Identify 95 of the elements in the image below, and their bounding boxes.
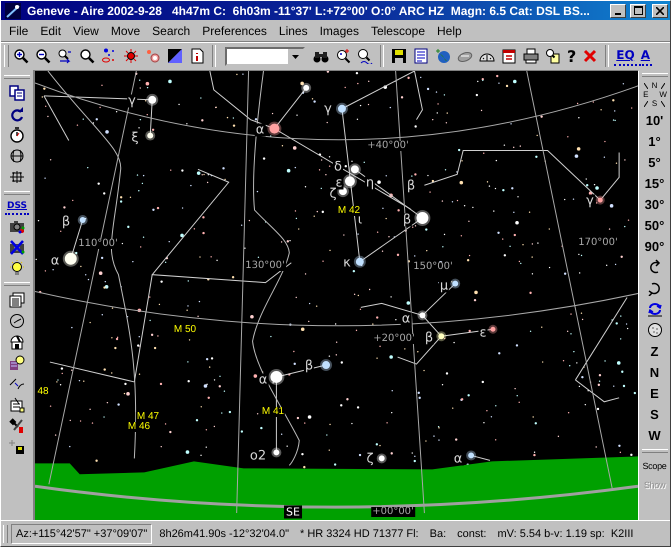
coordinate-label: 110°00' <box>77 239 119 249</box>
window-title: Geneve - Aire 2002-9-28 4h47m C: 6h03m -11°37' L:+72°00' O:0° ARC HZ Magn: 6.5 Cat: DSL BS... <box>27 4 591 18</box>
status-field: mV: 5.54 b-v: 1.19 sp: K2III <box>494 524 668 542</box>
star-label: γ <box>323 102 333 116</box>
field-of-view-button[interactable]: 90° <box>642 236 668 256</box>
direction-button[interactable]: W <box>642 425 668 445</box>
minimize-icon <box>615 12 621 14</box>
projection-button[interactable]: A <box>638 46 652 66</box>
zoom-combo-field[interactable] <box>225 46 305 66</box>
diagonal-tick-icon <box>661 101 666 108</box>
menu-item[interactable]: View <box>67 24 105 38</box>
object-label: M 42 <box>336 206 362 216</box>
clock-icon[interactable] <box>7 311 27 331</box>
dss-button[interactable]: DSS <box>4 199 30 215</box>
copy-icon[interactable] <box>7 83 27 103</box>
scope-button[interactable]: Scope <box>642 457 668 475</box>
light-bulb-icon[interactable] <box>7 258 27 278</box>
star-label: β <box>60 216 72 228</box>
direction-button[interactable]: Z <box>642 341 668 361</box>
star-label: μ <box>438 280 450 292</box>
toolbar-grip[interactable] <box>4 45 9 67</box>
star-label: ξ <box>130 132 140 144</box>
status-field: 8h26m41.90s -12°32'04.0" <box>155 524 293 542</box>
object-label: M 41 <box>260 407 286 417</box>
star-label: β <box>424 332 434 344</box>
coordinate-label: +40°00' <box>366 141 410 151</box>
star-label: β <box>406 180 416 192</box>
star-label: ι <box>356 214 364 226</box>
pages-icon[interactable] <box>7 290 27 310</box>
compass-button[interactable]: N E W S <box>642 81 668 109</box>
menu-item[interactable]: File <box>3 24 34 38</box>
menu-item[interactable]: Lines <box>272 24 314 38</box>
star-label: γ <box>127 94 137 108</box>
field-of-view-button[interactable]: 50° <box>642 215 668 235</box>
direction-button[interactable]: N <box>642 362 668 382</box>
star-label: ε <box>478 326 488 340</box>
star-label: η <box>364 176 376 190</box>
object-label: M 46 <box>126 422 152 432</box>
diagonal-tick-icon <box>661 82 666 89</box>
star-label: α <box>400 312 412 326</box>
coordinate-label: +00°00' <box>371 507 415 517</box>
status-grip[interactable] <box>3 524 8 542</box>
printer-icon[interactable] <box>521 46 541 66</box>
field-of-view-button[interactable]: 1° <box>642 131 668 151</box>
help-button[interactable]: ? <box>565 45 578 67</box>
menu-item[interactable]: Images <box>314 24 365 38</box>
diagonal-tick-icon <box>644 82 648 89</box>
coordinate-label: 130°00' <box>244 261 286 271</box>
status-field: Ba: <box>426 524 450 542</box>
status-field: const: <box>453 524 490 542</box>
menu-item[interactable]: Help <box>431 24 468 38</box>
field-of-view-button[interactable]: 5° <box>642 152 668 172</box>
maximize-button[interactable] <box>630 4 646 18</box>
maximize-icon <box>634 6 642 15</box>
floppy-plus-icon[interactable] <box>7 437 27 457</box>
coordinate-label: 170°00' <box>577 238 619 248</box>
star-label: α <box>50 254 60 268</box>
star-label: β <box>402 214 412 226</box>
menu-item[interactable]: Edit <box>34 24 68 38</box>
split-square-icon[interactable] <box>165 46 185 66</box>
menu-item[interactable]: Preferences <box>196 24 273 38</box>
field-of-view-button[interactable]: 15° <box>642 173 668 193</box>
coordinate-label: +20°00' <box>372 334 416 344</box>
object-label: 48 <box>36 387 50 397</box>
direction-button[interactable]: E <box>642 383 668 403</box>
magnifier-wave-icon[interactable] <box>355 46 375 66</box>
star-label: β <box>304 360 314 372</box>
star-label: κ <box>342 256 352 270</box>
star-label: ζ <box>365 452 375 466</box>
field-of-view-button[interactable]: 10' <box>642 110 668 130</box>
close-button[interactable] <box>652 4 668 18</box>
cardinal-label: SE <box>284 506 302 518</box>
star-label: δ <box>333 160 343 174</box>
save-icon[interactable] <box>389 46 409 66</box>
minimize-button[interactable] <box>610 4 626 18</box>
star-label: α <box>452 452 464 466</box>
status-field: Az:+115°42'57" +37°09'07" <box>11 524 152 544</box>
sun-icon[interactable] <box>121 46 141 66</box>
coordinate-label: 150°00' <box>412 262 454 272</box>
diagonal-tick-icon <box>644 101 648 108</box>
star-label: o2 <box>248 450 268 462</box>
direction-button[interactable]: S <box>642 404 668 424</box>
projection-button[interactable]: EQ <box>614 46 637 66</box>
object-label: M 47 <box>136 412 160 422</box>
status-field: * HR 3324 HD 71377 Fl: <box>296 524 423 542</box>
object-label: M 50 <box>172 325 198 335</box>
star-label: ζ <box>328 188 338 200</box>
field-of-view-button[interactable]: 30° <box>642 194 668 214</box>
menu-item[interactable]: Telescope <box>364 24 431 38</box>
menu-item[interactable]: Move <box>104 24 146 38</box>
star-label: γ <box>585 194 595 208</box>
star-label: α <box>258 374 268 386</box>
star-label: α <box>254 124 266 136</box>
menu-item[interactable]: Search <box>146 24 196 38</box>
close-icon <box>656 6 664 14</box>
